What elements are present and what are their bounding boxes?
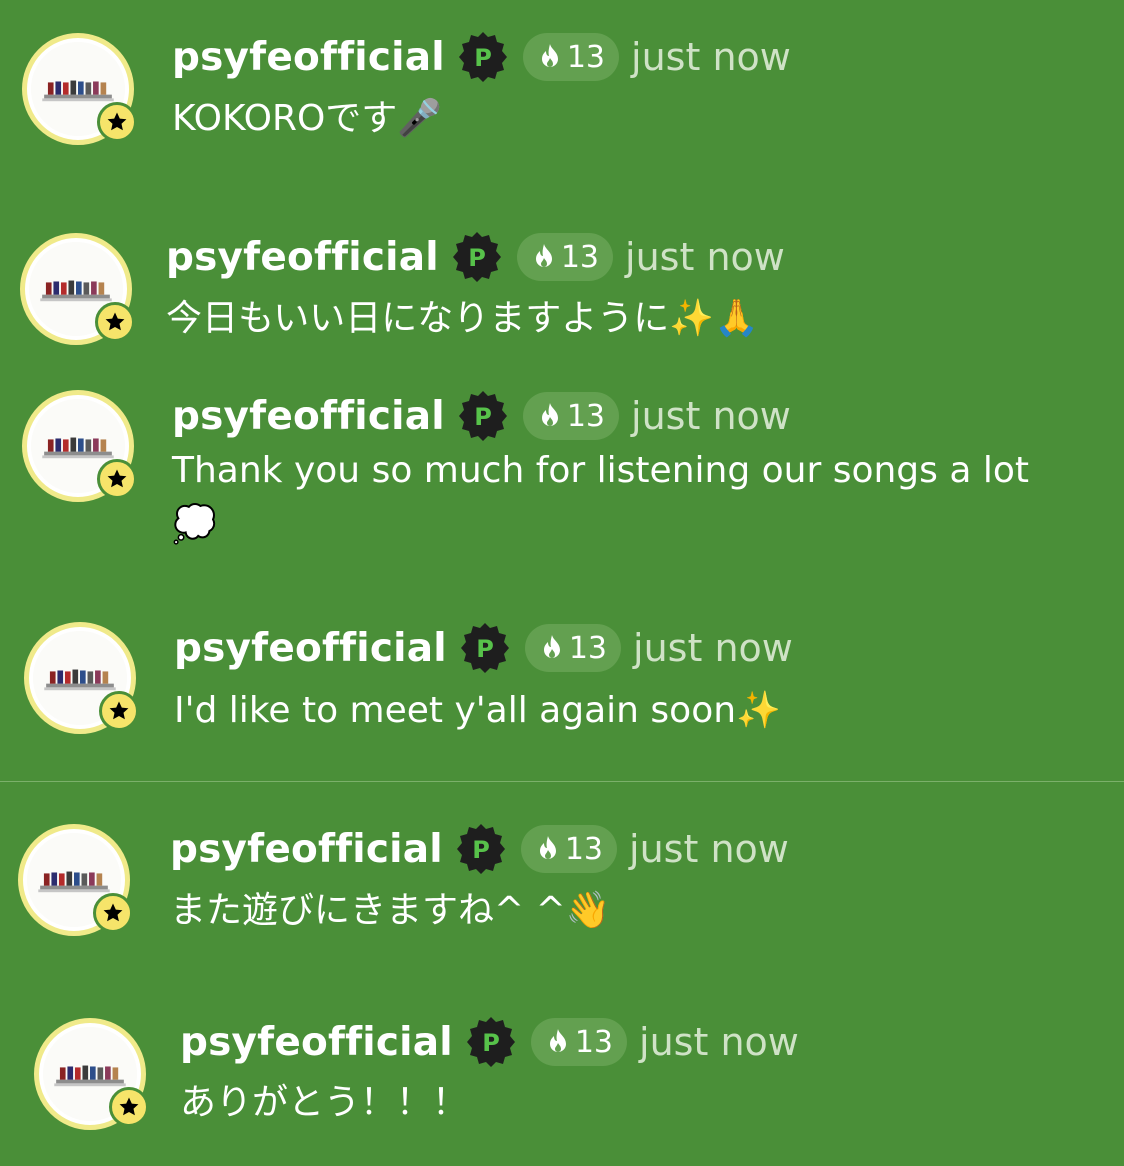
- streak-count: 13: [560, 239, 600, 275]
- p-badge-icon: P: [455, 823, 507, 875]
- streak-pill[interactable]: 13: [520, 825, 618, 873]
- streak-pill[interactable]: 13: [524, 624, 622, 672]
- star-icon: [105, 312, 125, 331]
- timestamp: just now: [625, 235, 785, 279]
- flame-icon: [541, 403, 558, 426]
- avatar[interactable]: [24, 622, 139, 734]
- svg-text:P: P: [472, 836, 490, 864]
- streak-pill[interactable]: 13: [522, 33, 620, 81]
- message-text: KOKOROです🎤: [172, 98, 443, 139]
- divider: [0, 781, 1124, 782]
- message-text: 今日もいい日になりますように✨🙏: [166, 298, 759, 339]
- avatar[interactable]: [22, 390, 137, 502]
- avatar[interactable]: [18, 824, 133, 936]
- star-icon: [109, 701, 129, 720]
- star-icon: [107, 469, 127, 488]
- p-badge-icon: P: [465, 1016, 517, 1068]
- message-header: psyfeofficial P 13 just now: [166, 229, 785, 285]
- streak-count: 13: [564, 831, 604, 867]
- svg-text:P: P: [476, 635, 494, 663]
- svg-text:P: P: [474, 403, 492, 431]
- streak-count: 13: [566, 398, 606, 434]
- timestamp: just now: [639, 1020, 799, 1064]
- verified-star-badge: [109, 1087, 149, 1127]
- timestamp: just now: [633, 626, 793, 670]
- flame-icon: [549, 1029, 566, 1052]
- username[interactable]: psyfeofficial: [172, 394, 445, 439]
- verified-star-badge: [97, 102, 137, 142]
- flame-icon: [535, 244, 552, 267]
- timestamp: just now: [631, 35, 791, 79]
- svg-text:P: P: [468, 244, 486, 272]
- timestamp: just now: [631, 394, 791, 438]
- streak-count: 13: [568, 630, 608, 666]
- message-text: I'd like to meet y'all again soon✨: [174, 690, 781, 731]
- verified-star-badge: [97, 459, 137, 499]
- streak-count: 13: [566, 39, 606, 75]
- streak-pill[interactable]: 13: [522, 392, 620, 440]
- message-text: また遊びにきますね^ ^👋: [170, 890, 611, 931]
- streak-pill[interactable]: 13: [516, 233, 614, 281]
- p-badge-icon: P: [459, 622, 511, 674]
- p-badge-icon: P: [457, 390, 509, 442]
- message-text: Thank you so much for listening our song…: [172, 450, 1030, 545]
- username[interactable]: psyfeofficial: [172, 35, 445, 80]
- flame-icon: [541, 44, 558, 67]
- star-icon: [103, 903, 123, 922]
- username[interactable]: psyfeofficial: [170, 827, 443, 872]
- message-header: psyfeofficial P 13 just now: [172, 29, 791, 85]
- message-header: psyfeofficial P 13 just now: [180, 1014, 799, 1070]
- streak-pill[interactable]: 13: [530, 1018, 628, 1066]
- verified-star-badge: [93, 893, 133, 933]
- svg-text:P: P: [482, 1029, 500, 1057]
- message-header: psyfeofficial P 13 just now: [172, 388, 791, 444]
- star-icon: [119, 1097, 139, 1116]
- avatar[interactable]: [20, 233, 135, 345]
- flame-icon: [543, 635, 560, 658]
- username[interactable]: psyfeofficial: [166, 235, 439, 280]
- message-header: psyfeofficial P 13 just now: [170, 821, 789, 877]
- message-text: ありがとう！！！: [180, 1082, 469, 1123]
- star-icon: [107, 112, 127, 131]
- username[interactable]: psyfeofficial: [174, 626, 447, 671]
- avatar[interactable]: [22, 33, 137, 145]
- streak-count: 13: [574, 1024, 614, 1060]
- message-header: psyfeofficial P 13 just now: [174, 620, 793, 676]
- p-badge-icon: P: [451, 231, 503, 283]
- username[interactable]: psyfeofficial: [180, 1020, 453, 1065]
- verified-star-badge: [99, 691, 139, 731]
- timestamp: just now: [629, 827, 789, 871]
- verified-star-badge: [95, 302, 135, 342]
- avatar[interactable]: [34, 1018, 149, 1130]
- svg-text:P: P: [474, 44, 492, 72]
- flame-icon: [539, 836, 556, 859]
- p-badge-icon: P: [457, 31, 509, 83]
